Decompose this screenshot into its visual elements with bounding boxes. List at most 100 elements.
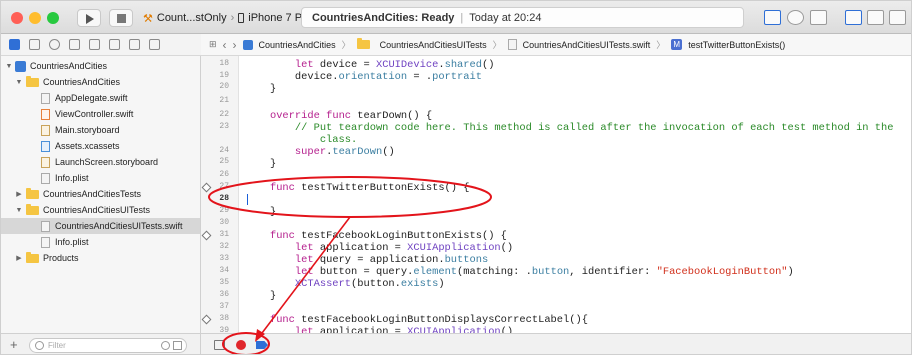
line-number: 30 [219,218,229,227]
folder-icon [26,187,39,199]
stop-button[interactable] [109,9,133,27]
code-line: override func tearDown() { [269,110,433,122]
tree-item-group[interactable]: ▶ Products [1,250,200,266]
line-number: 20 [219,82,229,91]
tree-item-label: Info.plist [55,237,89,247]
report-navigator-icon[interactable] [149,39,160,50]
line-number: 24 [219,146,229,155]
code-line: XCTAssert(button.exists) [294,278,445,290]
tree-item-file[interactable]: ViewController.swift [1,106,200,122]
line-number-gutter: 18 19 20 21 22 23 24 25 26 27 28 29 30 3… [201,56,239,335]
standard-editor-button[interactable] [764,10,781,25]
toggle-navigator-button[interactable] [845,10,862,25]
storyboard-icon [41,156,50,168]
tree-item-file-selected[interactable]: CountriesAndCitiesUITests.swift [1,218,200,234]
assistant-editor-button[interactable] [787,10,804,25]
storyboard-icon [41,124,50,136]
swift-file-icon [41,220,50,232]
find-navigator-icon[interactable] [49,39,60,50]
text-cursor [247,194,248,205]
zoom-window-button[interactable] [47,12,59,24]
tree-item-file[interactable]: Main.storyboard [1,122,200,138]
close-window-button[interactable] [11,12,23,24]
version-editor-button[interactable] [810,10,827,25]
minimize-window-button[interactable] [29,12,41,24]
filter-icon [35,341,44,350]
status-time: Today at 20:24 [469,11,542,24]
line-number: 31 [219,230,229,239]
breadcrumb-method[interactable]: testTwitterButtonExists() [688,40,785,50]
breadcrumb-file[interactable]: CountriesAndCitiesUITests.swift [523,40,651,50]
add-icon[interactable]: + [10,337,18,352]
tree-item-label: ViewController.swift [55,109,134,119]
forward-arrow-icon[interactable]: › [233,38,237,52]
toolbar: ⚒ Count...stOnly › iPhone 7 Plus Countri… [1,1,911,34]
line-number: 34 [219,266,229,275]
xcode-window: ⚒ Count...stOnly › iPhone 7 Plus Countri… [0,0,912,355]
tree-item-label: Info.plist [55,173,89,183]
related-items-icon[interactable]: ⊞ [209,39,217,50]
breakpoint-navigator-icon[interactable] [129,39,140,50]
tree-item-label: CountriesAndCities [43,77,121,87]
file-icon [41,92,50,104]
scm-filter-icon[interactable] [173,341,182,350]
record-ui-test-button[interactable] [236,340,246,350]
tree-item-label: LaunchScreen.storyboard [55,157,159,167]
source-control-navigator-icon[interactable] [29,39,40,50]
breadcrumb-project[interactable]: CountriesAndCities [259,40,336,50]
asset-catalog-icon [41,140,50,152]
tree-item-label: CountriesAndCitiesUITests.swift [55,221,183,231]
project-icon [15,60,26,72]
tree-item-file[interactable]: Assets.xcassets [1,138,200,154]
folder-icon [356,38,370,49]
jump-bar: ⊞ ‹ › CountriesAndCities 〉 CountriesAndC… [201,34,911,56]
tree-item-file[interactable]: AppDelegate.swift [1,90,200,106]
navigator-selector-bar [1,34,201,56]
tree-item-file[interactable]: Info.plist [1,170,200,186]
tree-item-group[interactable]: ▼ CountriesAndCities [1,74,200,90]
issue-navigator-icon[interactable] [69,39,80,50]
line-number: 32 [219,242,229,251]
code-line: } [245,83,277,95]
source-editor[interactable]: let device = XCUIDevice.shared() device.… [245,56,911,338]
tree-item-group[interactable]: ▶ CountriesAndCitiesTests [1,186,200,202]
tree-item-label: CountriesAndCities [30,61,108,71]
run-button[interactable] [77,9,101,27]
hide-debug-area-icon[interactable] [214,340,225,350]
tree-item-group[interactable]: ▼ CountriesAndCitiesUITests [1,202,200,218]
plist-icon [41,172,50,184]
recent-files-icon[interactable] [161,341,170,350]
back-arrow-icon[interactable]: ‹ [223,38,227,52]
disclosure-closed-icon: ▶ [16,255,22,262]
scheme-selector[interactable]: ⚒ Count...stOnly › iPhone 7 Plus [143,10,316,26]
tree-item-project[interactable]: ▼ CountriesAndCities [1,58,200,74]
tree-item-file[interactable]: Info.plist [1,234,200,250]
breakpoints-toggle-icon[interactable] [256,341,268,349]
chevron-right-icon: 〉 [656,40,666,50]
chevron-right-icon: 〉 [341,40,351,50]
tree-item-label: CountriesAndCitiesUITests [43,205,151,215]
method-icon: M [671,39,683,50]
code-line: let device = XCUIDevice.shared() [294,59,495,71]
tree-item-file[interactable]: LaunchScreen.storyboard [1,154,200,170]
disclosure-open-icon: ▼ [5,62,13,70]
debug-bar [201,333,911,354]
line-number: 29 [219,206,229,215]
status-text: CountriesAndCities: Ready [312,11,455,24]
toggle-utilities-button[interactable] [889,10,906,25]
filter-field[interactable]: Filter [29,338,187,353]
code-comment: class. [245,134,358,146]
line-number: 37 [219,302,229,311]
line-number: 27 [219,182,229,191]
line-number: 22 [219,110,229,119]
toggle-debug-area-button[interactable] [867,10,884,25]
project-icon [242,39,253,50]
line-number: 23 [219,122,229,131]
line-number: 21 [219,96,229,105]
breadcrumb-group[interactable]: CountriesAndCitiesUITests [380,40,487,50]
line-number: 26 [219,170,229,179]
debug-navigator-icon[interactable] [109,39,120,50]
test-navigator-icon[interactable] [89,39,100,50]
folder-icon [26,203,39,215]
project-navigator-icon[interactable] [9,39,20,50]
